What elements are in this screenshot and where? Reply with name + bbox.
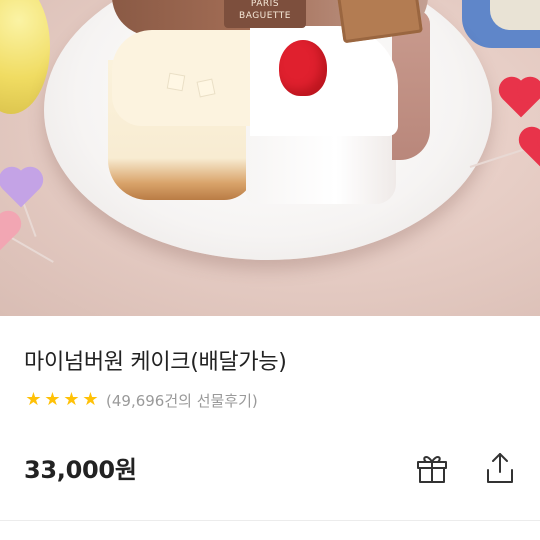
brand-plaque: PARIS BAGUETTE bbox=[224, 0, 306, 28]
heart-candle-pink bbox=[0, 214, 18, 252]
product-price: 33,000원 bbox=[24, 456, 137, 484]
review-count[interactable]: (49,696건의 선물후기) bbox=[106, 390, 258, 411]
plaque-line-1: PARIS bbox=[250, 0, 280, 9]
product-image[interactable]: PARIS BAGUETTE bbox=[0, 0, 540, 316]
star-icon: ★ bbox=[44, 389, 61, 410]
star-icon: ★ bbox=[82, 389, 99, 410]
section-divider bbox=[0, 520, 540, 521]
share-button[interactable] bbox=[480, 448, 520, 488]
balloon-decoration bbox=[0, 0, 50, 114]
star-icon: ★ bbox=[63, 389, 80, 410]
product-title: 마이넘버원 케이크(배달가능) bbox=[24, 350, 287, 375]
star-rating: ★ ★ ★ ★ bbox=[24, 391, 100, 409]
rating-row[interactable]: ★ ★ ★ ★ (49,696건의 선물후기) bbox=[24, 389, 258, 411]
gift-icon bbox=[417, 456, 447, 483]
gift-box-ribbon bbox=[490, 0, 540, 30]
plaque-line-2: BAGUETTE bbox=[239, 11, 291, 21]
candle-stick bbox=[9, 236, 54, 263]
gift-button[interactable] bbox=[412, 448, 452, 488]
heart-candle-red bbox=[502, 80, 540, 118]
strawberry-topping bbox=[279, 40, 327, 96]
cheese-cube bbox=[196, 78, 216, 98]
heart-candle-red bbox=[522, 130, 540, 168]
cake-cheese-top bbox=[112, 30, 262, 126]
cheese-cube bbox=[166, 72, 186, 92]
heart-candle-purple bbox=[2, 170, 40, 208]
share-icon bbox=[487, 453, 513, 483]
star-icon: ★ bbox=[25, 389, 42, 410]
